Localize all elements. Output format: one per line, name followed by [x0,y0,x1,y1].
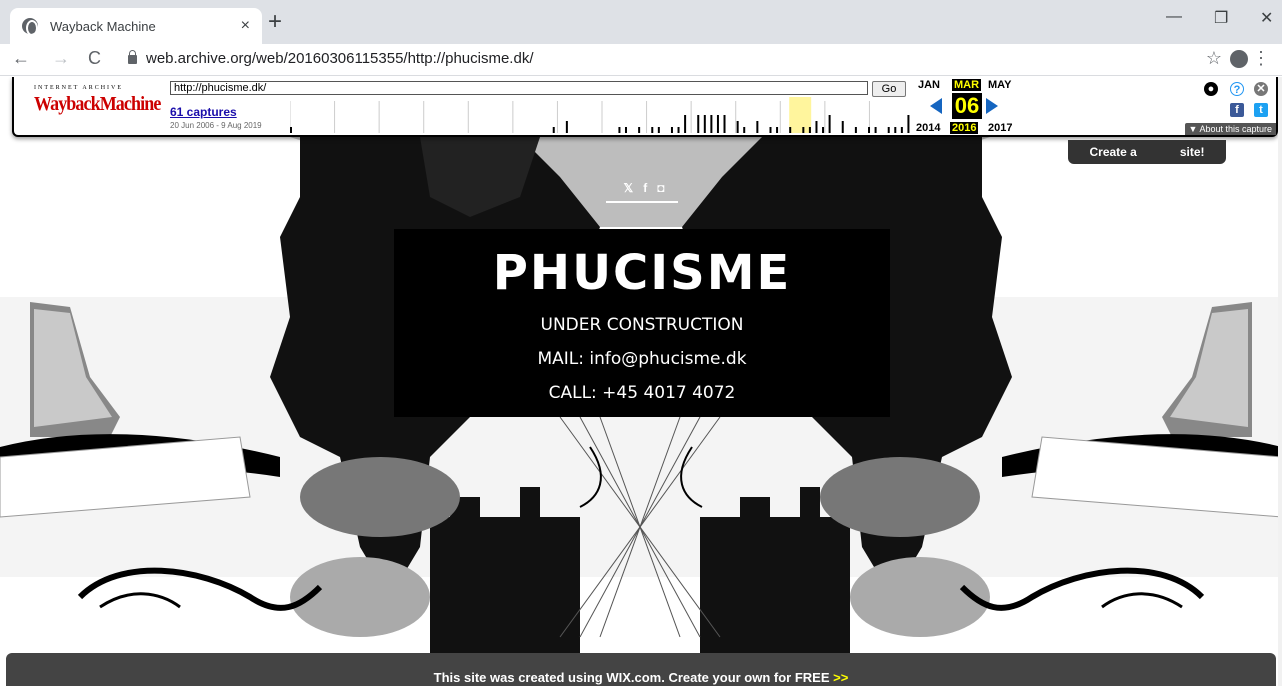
capture-bar [618,127,621,133]
page-viewport: INTERNET ARCHIVE WaybackMachine http://p… [0,77,1282,686]
wayback-toolbar: INTERNET ARCHIVE WaybackMachine http://p… [12,77,1278,137]
wix-footer-arrows: >> [833,670,849,685]
capture-bar [723,115,726,133]
restore-button[interactable]: ❐ [1214,8,1228,28]
capture-bar [828,115,831,133]
bookmark-star-icon[interactable]: ☆ [1206,48,1222,69]
current-month: MAR [952,79,982,91]
current-year-highlight [789,97,812,133]
capture-bar [670,127,673,133]
capture-bar [789,127,792,133]
wix-footer-banner[interactable]: This site was created using WIX.com. Cre… [6,653,1276,686]
twitter-icon[interactable]: 𝕏 [624,181,634,195]
globe-icon [22,18,38,36]
menu-icon[interactable]: ⋮ [1252,48,1270,69]
capture-bar [677,127,680,133]
tab-close-icon[interactable]: × [241,17,250,35]
create-site-badge[interactable]: Create a site! [1068,140,1226,164]
user-icon[interactable]: ● [1204,82,1218,96]
tab-title: Wayback Machine [50,18,156,34]
lock-icon[interactable] [128,50,137,64]
capture-bar [887,127,890,133]
capture-sparkline[interactable] [290,97,914,133]
about-capture-button[interactable]: ▼ About this capture [1184,123,1276,135]
new-tab-button[interactable]: + [268,10,282,34]
capture-bar [854,127,857,133]
facebook-icon[interactable]: f [1230,103,1244,117]
next-year[interactable]: 2017 [988,122,1012,134]
capture-bar [743,127,746,133]
close-window-button[interactable]: ✕ [1260,8,1273,28]
minimize-button[interactable]: — [1166,8,1182,26]
info-box: PHUCISME UNDER CONSTRUCTION MAIL: info@p… [394,229,890,417]
facebook-icon[interactable]: f [643,181,647,195]
capture-bar [894,127,897,133]
capture-bar [808,127,811,133]
social-links: 𝕏 f ◘ [610,181,678,195]
status-text: UNDER CONSTRUCTION [540,315,744,335]
capture-bar [815,121,818,133]
captures-range: 20 Jun 2006 - 9 Aug 2019 [170,121,262,130]
current-year: 2016 [950,122,979,134]
capture-bar [651,127,654,133]
create-badge-left: Create a [1089,145,1137,159]
twitter-icon[interactable]: t [1254,103,1268,117]
brand-title: PHUCISME [492,245,792,301]
capture-bar [684,115,687,133]
capture-bar [802,127,805,133]
next-capture-arrow-icon[interactable] [986,98,998,114]
scrollbar[interactable] [1278,77,1282,686]
capture-bar [290,127,292,133]
capture-bar [874,127,877,133]
captures-link[interactable]: 61 captures [170,105,237,119]
profile-avatar[interactable] [1230,50,1248,68]
capture-bar [552,127,555,133]
capture-bar [657,127,660,133]
wayback-go-button[interactable]: Go [872,81,906,97]
capture-bar [697,115,700,133]
capture-bar [822,127,825,133]
wayback-logo[interactable]: WaybackMachine [34,93,161,116]
capture-bar [703,115,706,133]
wayback-logo-caption: INTERNET ARCHIVE [34,85,124,91]
forward-button[interactable]: → [52,48,70,69]
address-bar[interactable]: web.archive.org/web/20160306115355/http:… [146,50,533,67]
prev-year[interactable]: 2014 [916,122,940,134]
browser-toolbar: ← → C web.archive.org/web/20160306115355… [0,44,1282,76]
phone-text[interactable]: CALL: +45 4017 4072 [394,383,890,403]
capture-bar [710,115,713,133]
wayback-url-input[interactable]: http://phucisme.dk/ [170,81,868,95]
mail-text[interactable]: MAIL: info@phucisme.dk [394,349,890,369]
capture-bar [716,115,719,133]
social-underline [606,201,678,203]
browser-tab[interactable]: Wayback Machine × [10,8,262,44]
capture-bar [868,127,871,133]
reload-button[interactable]: C [88,48,101,69]
capture-bar [769,127,772,133]
prev-month[interactable]: JAN [918,79,940,91]
capture-bar [907,115,910,133]
wix-footer-text: This site was created using WIX.com. Cre… [433,670,830,685]
current-day: 06 [952,93,982,119]
capture-bar [776,127,779,133]
prev-capture-arrow-icon[interactable] [930,98,942,114]
capture-bar [756,121,759,133]
capture-bar [624,127,627,133]
help-icon[interactable]: ? [1230,82,1244,96]
capture-bar [841,121,844,133]
create-badge-right: site! [1179,145,1205,159]
capture-bar [638,127,641,133]
back-button[interactable]: ← [12,48,30,69]
capture-bar [565,121,568,133]
tab-strip: Wayback Machine × + — ❐ ✕ [0,0,1282,44]
next-month[interactable]: MAY [988,79,1011,91]
close-toolbar-icon[interactable]: ✕ [1254,82,1268,96]
capture-bar [900,127,903,133]
instagram-icon[interactable]: ◘ [657,181,664,195]
capture-bar [736,121,739,133]
